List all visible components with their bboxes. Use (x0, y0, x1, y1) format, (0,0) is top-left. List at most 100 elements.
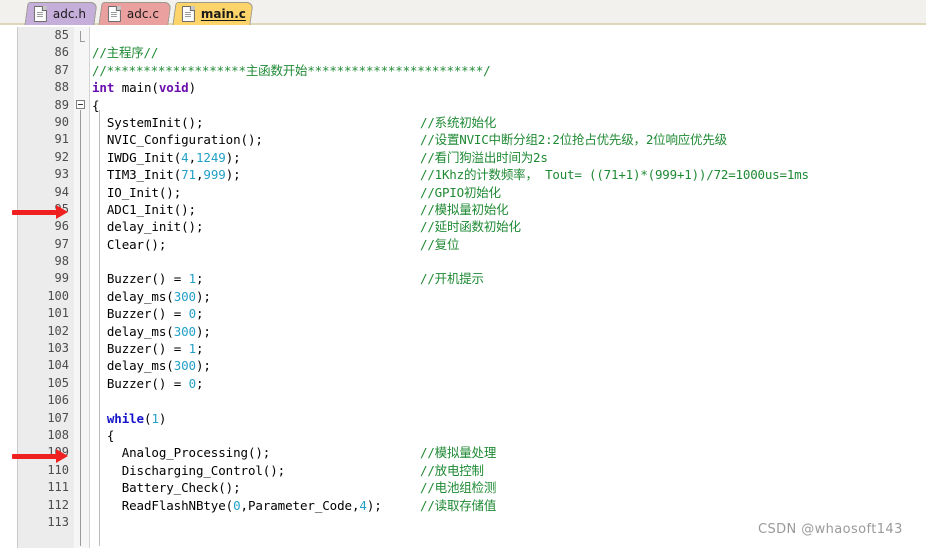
line-number: 86 (54, 45, 69, 60)
line-number: 111 (47, 480, 69, 495)
code-comment: //读取存储值 (420, 497, 497, 513)
code-comment: //复位 (420, 236, 460, 252)
code-text: Buzzer() = 1; (92, 271, 204, 287)
code-text: IWDG_Init(4,1249); (92, 149, 241, 165)
line-number: 106 (47, 393, 69, 408)
tab-adc-h[interactable]: adc.h (24, 2, 98, 25)
code-text: Buzzer() = 1; (92, 341, 204, 357)
line-number: 108 (47, 427, 69, 442)
code-line[interactable]: 98 (0, 253, 926, 270)
line-number: 100 (47, 288, 69, 303)
line-number: 105 (47, 375, 69, 390)
line-number: 94 (54, 184, 69, 199)
line-number: 88 (54, 80, 69, 95)
code-comment: //系统初始化 (420, 114, 497, 130)
code-comment: //看门狗溢出时间为2s (420, 149, 548, 165)
code-text: { (92, 97, 100, 113)
code-comment: //设置NVIC中断分组2:2位抢占优先级，2位响应优先级 (420, 132, 727, 148)
code-line[interactable]: 110 Discharging_Control(); //放电控制 (0, 462, 926, 479)
line-number: 97 (54, 236, 69, 251)
code-line[interactable]: 109 Analog_Processing(); //模拟量处理 (0, 444, 926, 461)
code-text: delay_ms(300); (92, 358, 211, 374)
watermark-text: CSDN @whaosoft143 (758, 522, 903, 537)
code-line[interactable]: 90 SystemInit(); //系统初始化 (0, 114, 926, 131)
code-comment: //模拟量初始化 (420, 201, 509, 217)
code-text: SystemInit(); (92, 114, 204, 130)
line-number: 109 (47, 445, 69, 460)
line-number: 87 (54, 62, 69, 77)
editor-tab-bar: adc.h adc.c main.c (0, 0, 926, 25)
line-number: 93 (54, 167, 69, 182)
code-comment: //放电控制 (420, 462, 484, 478)
code-line[interactable]: 107 while(1) (0, 410, 926, 427)
code-comment: //1Khz的计数频率， Tout= ((71+1)*(999+1))/72=1… (420, 167, 809, 183)
tab-label: adc.h (52, 7, 86, 21)
line-number: 112 (47, 497, 69, 512)
line-number: 89 (54, 97, 69, 112)
code-comment: //延时函数初始化 (420, 219, 521, 235)
code-text: { (106, 427, 115, 443)
code-line[interactable]: 94 IO_Init(); //GPIO初始化 (0, 184, 926, 201)
file-icon (181, 6, 195, 22)
code-lines: 85 86 //主程序// 87 //*******************主函数开始*… (0, 27, 926, 531)
tab-adc-c[interactable]: adc.c (98, 2, 172, 25)
line-number: 92 (54, 149, 69, 164)
code-line[interactable]: 105 Buzzer() = 0; (0, 375, 926, 392)
code-editor-window: adc.h adc.c main.c 85 86 //主程序// 87 //******… (0, 0, 926, 548)
tab-label: adc.c (126, 7, 159, 21)
code-text: delay_ms(300); (92, 288, 211, 304)
code-text: delay_init(); (92, 219, 204, 235)
tab-label: main.c (200, 7, 246, 21)
code-line[interactable]: 93 TIM3_Init(71,999); //1Khz的计数频率， Tout= … (0, 166, 926, 183)
code-line[interactable]: 101 Buzzer() = 0; (0, 305, 926, 322)
code-line[interactable]: 85 (0, 27, 926, 44)
code-text: ADC1_Init(); (92, 201, 196, 217)
line-number: 102 (47, 323, 69, 338)
line-number: 85 (54, 28, 69, 42)
code-text: Clear(); (92, 236, 167, 252)
code-line[interactable]: 91 NVIC_Configuration(); //设置NVIC中断分组2:2位… (0, 131, 926, 148)
code-line[interactable]: 92 IWDG_Init(4,1249); //看门狗溢出时间为2s (0, 149, 926, 166)
tab-main-c[interactable]: main.c (172, 2, 254, 25)
code-comment: //模拟量处理 (420, 445, 497, 461)
code-line[interactable]: 103 Buzzer() = 1; (0, 340, 926, 357)
line-number: 110 (47, 462, 69, 477)
editor-body[interactable]: 85 86 //主程序// 87 //*******************主函数开始*… (0, 27, 926, 548)
code-text: Discharging_Control(); (92, 462, 286, 478)
code-text: int main(void) (92, 80, 196, 96)
code-text: delay_ms(300); (92, 323, 211, 339)
code-comment: //GPIO初始化 (420, 184, 501, 200)
code-line[interactable]: 111 Battery_Check(); //电池组检测 (0, 479, 926, 496)
code-line[interactable]: 100 delay_ms(300); (0, 288, 926, 305)
line-number: 107 (47, 410, 69, 425)
line-number: 91 (54, 132, 69, 147)
code-text: Battery_Check(); (92, 480, 241, 496)
code-line[interactable]: 95 ADC1_Init(); //模拟量初始化 (0, 201, 926, 218)
line-number: 101 (47, 306, 69, 321)
code-line[interactable]: 102 delay_ms(300); (0, 323, 926, 340)
code-text: ReadFlashNBtye(0,Parameter_Code,4); (92, 497, 382, 513)
line-number: 113 (47, 514, 69, 529)
code-line[interactable]: 86 //主程序// (0, 44, 926, 61)
code-comment: //电池组检测 (420, 480, 497, 496)
code-line[interactable]: 88 int main(void) (0, 79, 926, 96)
code-line[interactable]: 87 //*******************主函数开始************… (0, 62, 926, 79)
file-icon (33, 6, 47, 22)
code-text: Analog_Processing(); (92, 445, 271, 461)
code-text: TIM3_Init(71,999); (92, 167, 241, 183)
code-line[interactable]: 99 Buzzer() = 1; //开机提示 (0, 270, 926, 287)
code-comment: //主程序// (92, 45, 159, 61)
code-text: IO_Init(); (92, 184, 182, 200)
code-line[interactable]: 97 Clear(); //复位 (0, 236, 926, 253)
code-comment: //*******************主函数开始**************… (92, 62, 491, 78)
line-number: 98 (54, 254, 69, 269)
code-line[interactable]: 89 { (0, 97, 926, 114)
code-text: NVIC_Configuration(); (92, 132, 263, 148)
code-text: while(1) (106, 410, 167, 426)
code-line[interactable]: 106 (0, 392, 926, 409)
code-line[interactable]: 112 ReadFlashNBtye(0,Parameter_Code,4); /… (0, 497, 926, 514)
code-line[interactable]: 104 delay_ms(300); (0, 357, 926, 374)
code-comment: //开机提示 (420, 271, 484, 287)
code-line[interactable]: 108 { (0, 427, 926, 444)
code-line[interactable]: 96 delay_init(); //延时函数初始化 (0, 218, 926, 235)
